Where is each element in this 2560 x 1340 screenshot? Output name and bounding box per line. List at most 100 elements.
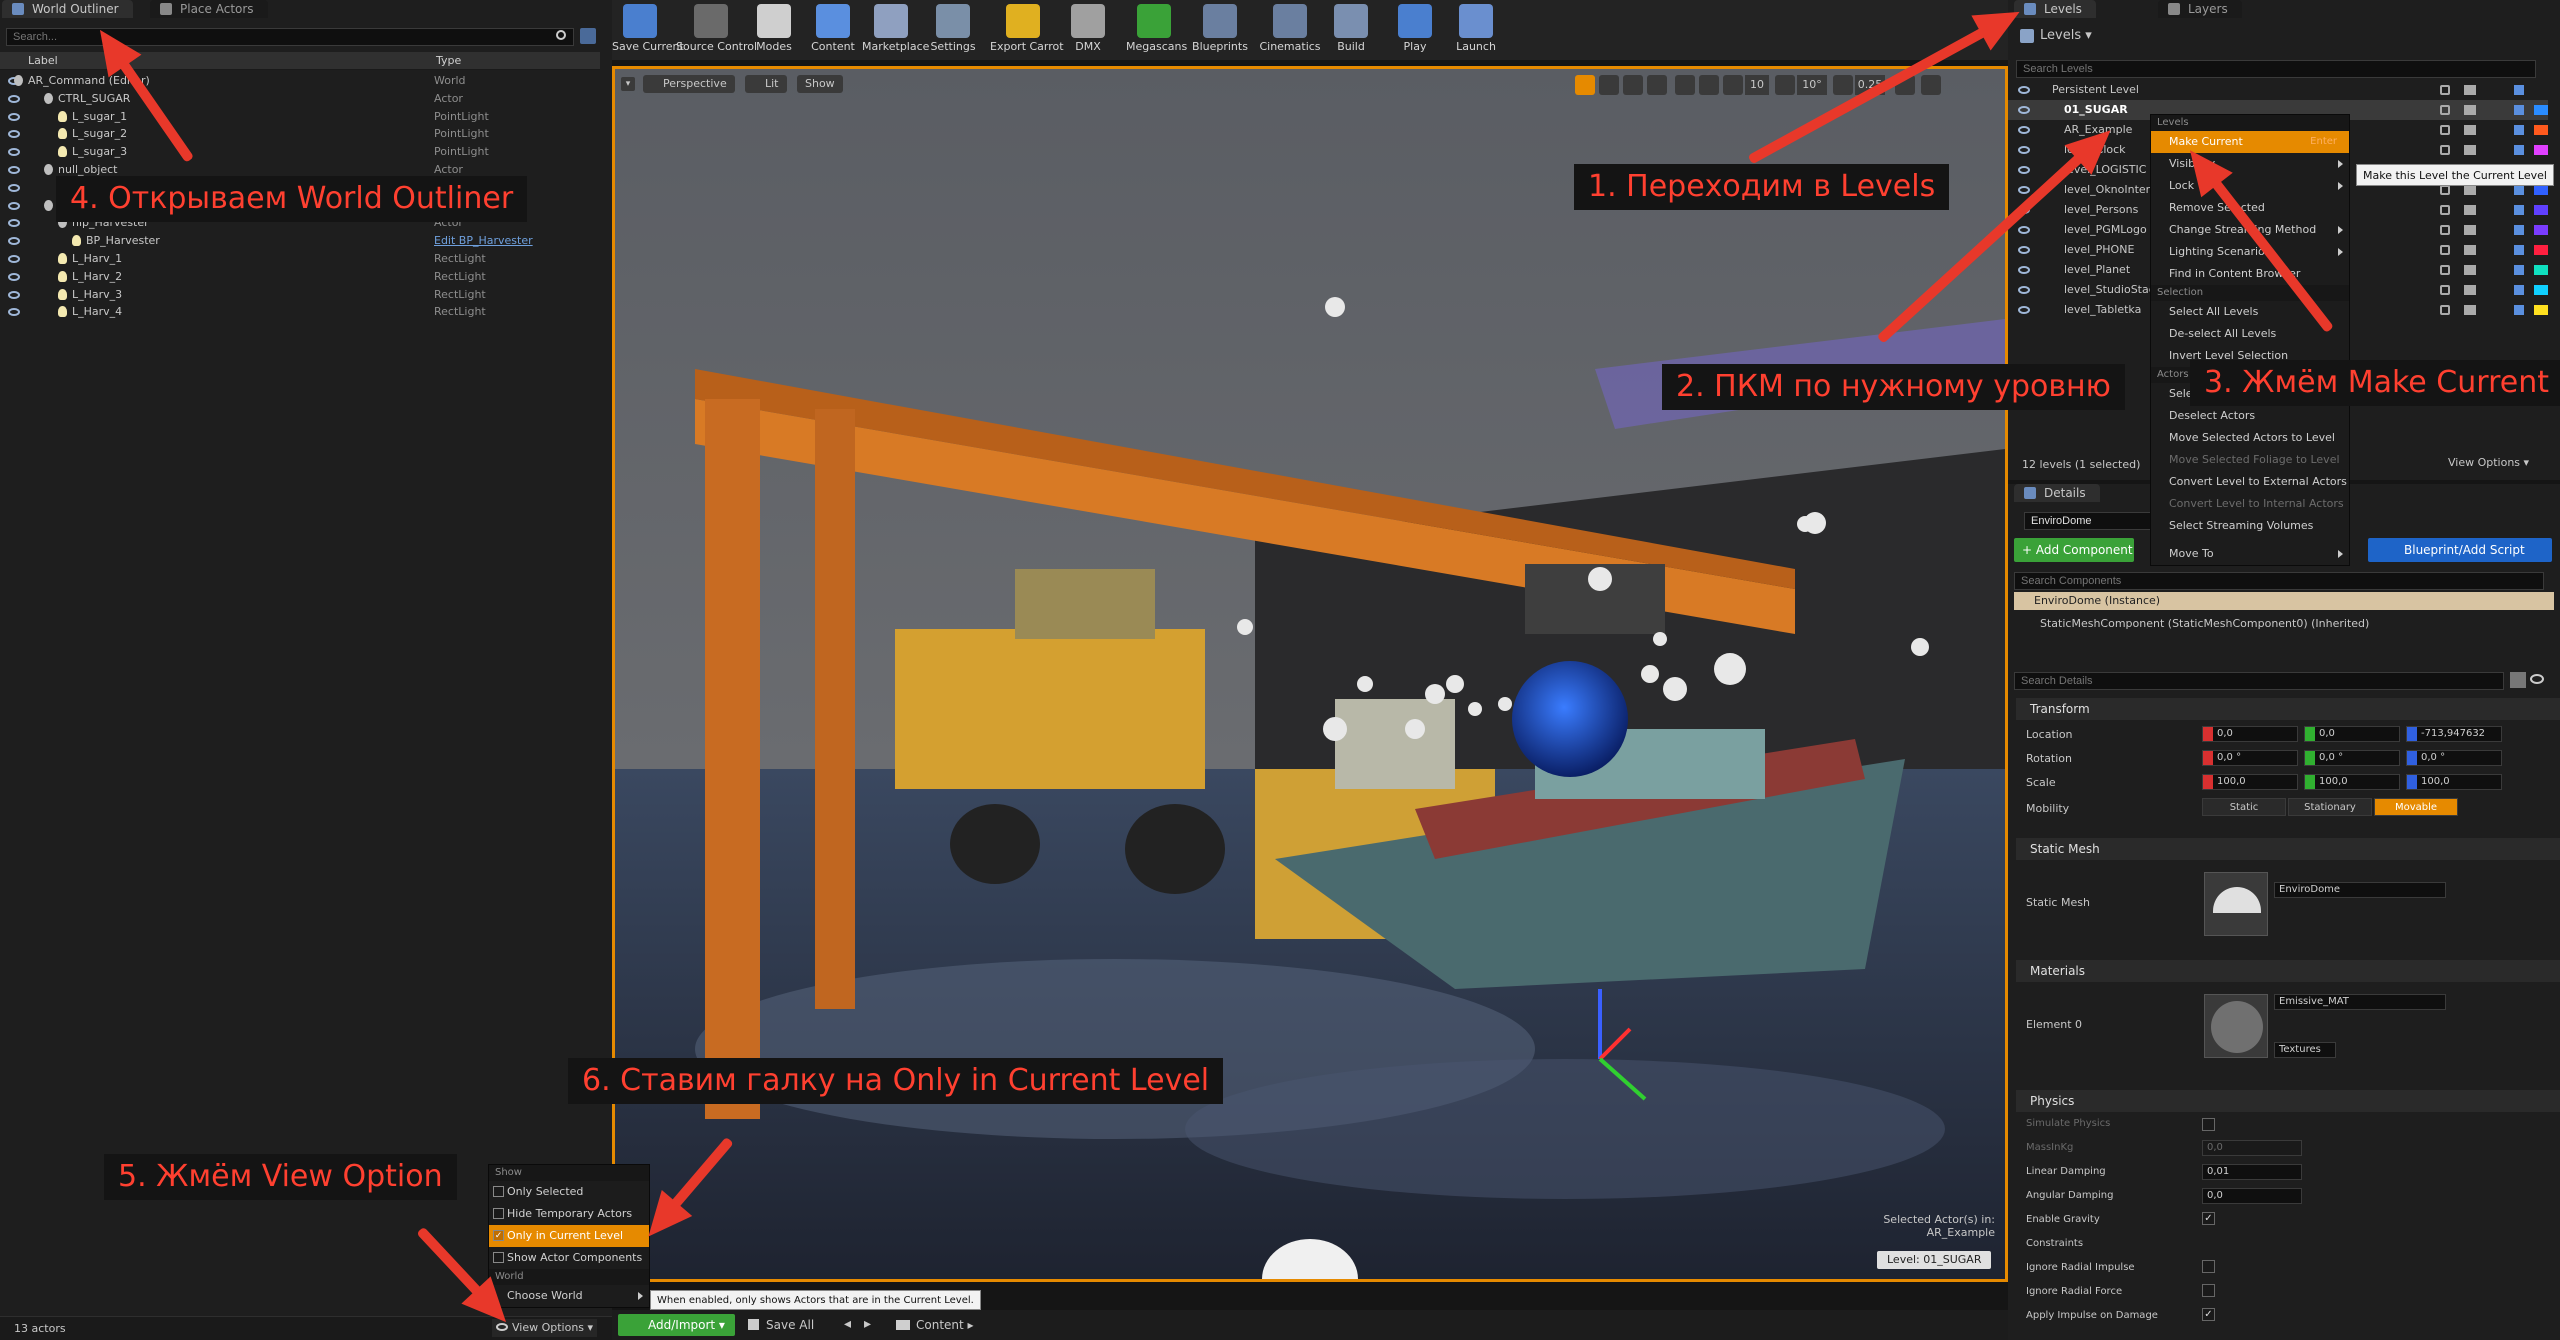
level-color-swatch[interactable] (2534, 225, 2548, 235)
scale-icon[interactable] (1647, 75, 1667, 95)
tab-world-outliner[interactable]: World Outliner (2, 0, 133, 18)
level-visibility-eye-icon[interactable] (2018, 246, 2030, 254)
view-option-only-selected[interactable]: Only Selected (489, 1181, 649, 1203)
content-breadcrumb[interactable]: Content ▸ (892, 1314, 982, 1336)
level-visibility-eye-icon[interactable] (2018, 266, 2030, 274)
level-visibility-eye-icon[interactable] (2018, 186, 2030, 194)
physics-checkbox[interactable]: ✓ (2202, 1212, 2215, 1225)
rotation-snap-value[interactable]: 10° (1797, 75, 1827, 95)
scale-snap-icon[interactable] (1833, 75, 1853, 95)
scale-x-field[interactable]: 100,0 (2202, 774, 2298, 790)
view-option-show-actor-components[interactable]: Show Actor Components (489, 1247, 649, 1269)
menu-item-lighting-scenario[interactable]: Lighting Scenario (2151, 241, 2349, 263)
level-save-icon[interactable] (2464, 145, 2476, 155)
mobility-stationary-button[interactable]: Stationary (2288, 798, 2372, 816)
location-z-field[interactable]: -713,947632 (2406, 726, 2502, 742)
level-color-swatch[interactable] (2534, 265, 2548, 275)
mass-field[interactable]: 0,0 (2202, 1140, 2302, 1156)
outliner-row-type[interactable]: Edit BP_Harvester (434, 232, 533, 250)
back-arrow-icon[interactable]: ◂ (844, 1316, 851, 1332)
tab-place-actors[interactable]: Place Actors (150, 0, 268, 18)
menu-item-select-streaming-volumes[interactable]: Select Streaming Volumes (2151, 515, 2349, 537)
rotation-snap-icon[interactable] (1775, 75, 1795, 95)
level-blueprint-icon[interactable] (2514, 225, 2524, 235)
modes-button[interactable]: Modes (750, 0, 798, 58)
menu-item-make-current[interactable]: Make Current Enter (2151, 131, 2349, 153)
level-color-swatch[interactable] (2534, 285, 2548, 295)
scale-y-field[interactable]: 100,0 (2304, 774, 2400, 790)
search-details-input[interactable] (2014, 672, 2504, 690)
level-color-swatch[interactable] (2534, 245, 2548, 255)
mobility-movable-button[interactable]: Movable (2374, 798, 2458, 816)
view-option-checkbox[interactable] (493, 1208, 504, 1219)
select-mode-icon[interactable] (1575, 75, 1595, 95)
material-picker[interactable]: Emissive_MAT (2274, 994, 2446, 1010)
transform-section[interactable]: Transform (2016, 698, 2560, 720)
view-option-checkbox[interactable] (493, 1186, 504, 1197)
menu-item-remove-selected[interactable]: Remove Selected (2151, 197, 2349, 219)
rotation-label[interactable]: Rotation (2026, 752, 2072, 765)
visibility-eye-icon[interactable] (8, 148, 20, 157)
outliner-row[interactable]: L_Harv_3 RectLight (0, 286, 600, 304)
rotation-y-field[interactable]: 0,0 ° (2304, 750, 2400, 766)
textures-dropdown[interactable]: Textures (2274, 1042, 2336, 1058)
cinematics-button[interactable]: Cinematics (1258, 0, 1322, 58)
physics-checkbox[interactable] (2202, 1260, 2215, 1273)
view-option-only-in-current-level[interactable]: ✓ Only in Current Level (489, 1225, 649, 1247)
outliner-row[interactable]: L_Harv_4 RectLight (0, 303, 600, 321)
blueprint-add-script-button[interactable]: Blueprint/Add Script (2368, 538, 2552, 562)
level-lock-icon[interactable] (2440, 125, 2450, 135)
add-import-button[interactable]: Add/Import ▾ (618, 1314, 735, 1336)
level-visibility-eye-icon[interactable] (2018, 286, 2030, 294)
viewport-menu-button[interactable]: ▾ (621, 77, 635, 91)
level-blueprint-icon[interactable] (2514, 305, 2524, 315)
outliner-row[interactable]: L_sugar_3 PointLight (0, 143, 600, 161)
outliner-row[interactable]: AR_Command (Editor) World (0, 72, 600, 90)
visibility-eye-icon[interactable] (8, 308, 20, 317)
menu-item-move-to[interactable]: Move To (2151, 543, 2349, 565)
visibility-eye-icon[interactable] (8, 94, 20, 103)
outliner-row[interactable]: L_Harv_1 RectLight (0, 250, 600, 268)
component-instance-row[interactable]: EnviroDome (Instance) (2014, 592, 2554, 610)
forward-arrow-icon[interactable]: ▸ (864, 1316, 871, 1332)
save-current-button[interactable]: Save Current (612, 0, 684, 58)
world-local-icon[interactable] (1675, 75, 1695, 95)
location-label[interactable]: Location (2026, 728, 2073, 741)
level-blueprint-icon[interactable] (2514, 285, 2524, 295)
visibility-eye-icon[interactable] (8, 255, 20, 263)
level-visibility-eye-icon[interactable] (2018, 226, 2030, 234)
menu-item-move-selected-actors-to-level[interactable]: Move Selected Actors to Level (2151, 427, 2349, 449)
level-blueprint-icon[interactable] (2514, 265, 2524, 275)
static-mesh-section[interactable]: Static Mesh (2016, 838, 2560, 860)
grid-snap-value[interactable]: 10 (1745, 75, 1769, 95)
tab-details[interactable]: Details (2014, 484, 2100, 502)
megascans-button[interactable]: Megascans (1126, 0, 1187, 58)
linear-damping-field[interactable]: 0,01 (2202, 1164, 2302, 1180)
visibility-eye-icon[interactable] (8, 166, 20, 174)
physics-checkbox[interactable] (2202, 1284, 2215, 1297)
visibility-eye-icon[interactable] (8, 130, 20, 139)
menu-item-deselect-actors[interactable]: Deselect Actors (2151, 405, 2349, 427)
visibility-eye-icon[interactable] (8, 272, 20, 281)
physics-checkbox[interactable]: ✓ (2202, 1308, 2215, 1321)
level-lock-icon[interactable] (2440, 85, 2450, 95)
col-type[interactable]: Type (436, 52, 461, 70)
level-lock-icon[interactable] (2440, 205, 2450, 215)
static-mesh-thumbnail[interactable] (2204, 872, 2268, 936)
property-matrix-icon[interactable] (2510, 672, 2526, 688)
level-color-swatch[interactable] (2534, 145, 2548, 155)
maximize-viewport-icon[interactable] (1921, 75, 1941, 95)
scale-z-field[interactable]: 100,0 (2406, 774, 2502, 790)
physics-checkbox[interactable] (2202, 1118, 2215, 1131)
build-button[interactable]: Build (1326, 0, 1376, 58)
level-lock-icon[interactable] (2440, 265, 2450, 275)
static-mesh-picker[interactable]: EnviroDome (2274, 882, 2446, 898)
level-visibility-eye-icon[interactable] (2018, 146, 2030, 154)
level-save-icon[interactable] (2464, 85, 2476, 95)
location-y-field[interactable]: 0,0 (2304, 726, 2400, 742)
view-option-checkbox[interactable]: ✓ (493, 1230, 504, 1241)
level-blueprint-icon[interactable] (2514, 205, 2524, 215)
level-visibility-eye-icon[interactable] (2018, 306, 2030, 314)
rotate-icon[interactable] (1623, 75, 1643, 95)
visibility-eye-icon[interactable] (8, 237, 20, 246)
